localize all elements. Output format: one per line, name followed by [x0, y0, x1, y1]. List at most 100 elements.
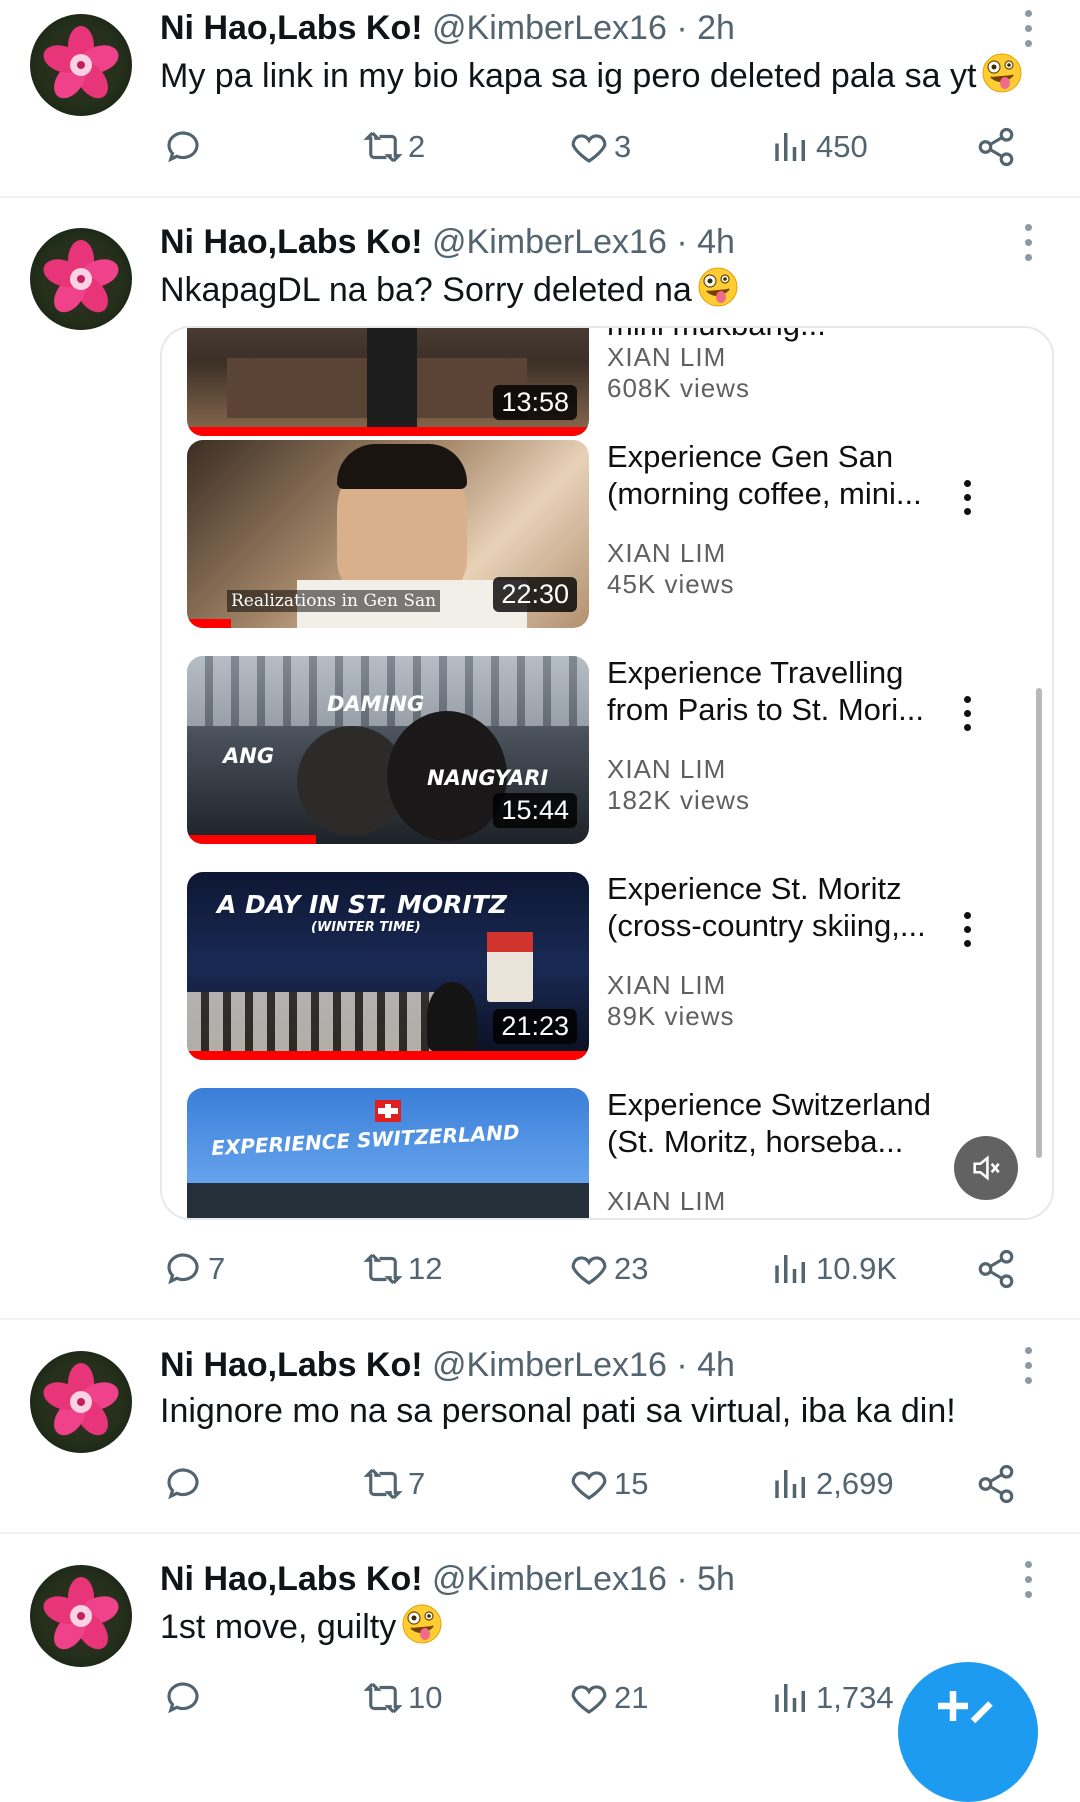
- more-options-icon[interactable]: [1018, 1345, 1038, 1385]
- like-count: 23: [614, 1251, 649, 1286]
- reply-button[interactable]: [162, 122, 208, 172]
- more-options-icon[interactable]: [1018, 8, 1038, 48]
- video-thumbnail[interactable]: Realizations in Gen San 22:30: [187, 440, 589, 628]
- video-thumbnail[interactable]: A DAY IN ST. MORITZ (WINTER TIME) 21:23: [187, 872, 589, 1060]
- tweet-text-content: NkapagDL na ba? Sorry deleted na: [160, 271, 692, 309]
- zany-face-icon: [402, 1604, 443, 1644]
- action-bar: 2 3 450: [0, 122, 1080, 172]
- video-title[interactable]: Experience Travelling from Paris to St. …: [607, 654, 937, 728]
- retweet-icon: [363, 131, 403, 163]
- thumbnail-overlay-text: DAMING: [327, 692, 425, 716]
- like-count: 3: [614, 129, 632, 164]
- reply-button[interactable]: [162, 1459, 208, 1509]
- views-button[interactable]: 10.9K: [770, 1244, 897, 1294]
- embedded-video-media[interactable]: 13:58 mini mukbang... XIAN LIM 608K view…: [160, 326, 1054, 1220]
- timestamp[interactable]: 4h: [697, 1346, 735, 1384]
- video-title[interactable]: Experience St. Moritz (cross-country ski…: [607, 870, 937, 944]
- video-channel[interactable]: XIAN LIM: [607, 970, 726, 1001]
- views-button[interactable]: 2,699: [770, 1459, 894, 1509]
- divider: [0, 1318, 1080, 1320]
- video-more-options-icon[interactable]: [962, 696, 972, 732]
- author-name[interactable]: Ni Hao,Labs Ko!: [160, 1560, 423, 1598]
- video-channel[interactable]: XIAN LIM: [607, 342, 726, 373]
- video-duration: 13:58: [493, 385, 577, 420]
- watch-progress: [187, 619, 232, 628]
- more-options-icon[interactable]: [1018, 1559, 1038, 1599]
- video-thumbnail[interactable]: DAMING ANG NANGYARI 15:44: [187, 656, 589, 844]
- heart-icon: [571, 1685, 607, 1714]
- heart-icon: [571, 134, 607, 163]
- scrollbar[interactable]: [1036, 688, 1042, 1158]
- views-button[interactable]: 1,734: [770, 1673, 894, 1723]
- view-count: 2,699: [816, 1466, 894, 1501]
- like-button[interactable]: 15: [568, 1459, 648, 1509]
- thumbnail-overlay-text: A DAY IN ST. MORITZ: [217, 890, 507, 919]
- reply-icon: [167, 1468, 199, 1500]
- author-name[interactable]: Ni Hao,Labs Ko!: [160, 223, 423, 261]
- retweet-button[interactable]: 7: [362, 1459, 425, 1509]
- author-name[interactable]: Ni Hao,Labs Ko!: [160, 1346, 423, 1384]
- zany-face-icon: [697, 267, 738, 307]
- avatar[interactable]: [30, 228, 132, 330]
- avatar[interactable]: [30, 1565, 132, 1667]
- video-thumbnail[interactable]: 13:58: [187, 328, 589, 436]
- video-title[interactable]: mini mukbang...: [607, 328, 937, 343]
- video-thumbnail[interactable]: EXPERIENCE SWITZERLAND: [187, 1088, 589, 1218]
- thumbnail-overlay-text: ANG: [223, 744, 275, 768]
- more-options-icon[interactable]: [1018, 222, 1038, 262]
- unmute-button[interactable]: [954, 1136, 1018, 1200]
- timestamp[interactable]: 5h: [697, 1560, 735, 1598]
- author-handle[interactable]: @KimberLex16: [432, 9, 667, 47]
- retweet-button[interactable]: 12: [362, 1244, 442, 1294]
- retweet-icon: [363, 1253, 403, 1285]
- like-count: 15: [614, 1466, 649, 1501]
- retweet-button[interactable]: 2: [362, 122, 425, 172]
- video-duration: 15:44: [493, 793, 577, 828]
- tweet-text: 1st move, guilty: [160, 1604, 443, 1648]
- muted-speaker-icon: [973, 1155, 1000, 1181]
- avatar[interactable]: [30, 1351, 132, 1453]
- share-button[interactable]: [975, 122, 1017, 172]
- video-more-options-icon[interactable]: [962, 912, 972, 948]
- author-name[interactable]: Ni Hao,Labs Ko!: [160, 9, 423, 47]
- retweet-count: 7: [408, 1466, 426, 1501]
- reply-icon: [167, 1682, 199, 1714]
- tweet-text: My pa link in my bio kapa sa ig pero del…: [160, 53, 1023, 97]
- watch-progress: [187, 1051, 589, 1060]
- tweet-header: Ni Hao,Labs Ko! @KimberLex16 · 2h: [160, 8, 735, 48]
- retweet-button[interactable]: 10: [362, 1673, 442, 1723]
- view-count: 450: [816, 129, 868, 164]
- share-button[interactable]: [975, 1459, 1017, 1509]
- avatar[interactable]: [30, 14, 132, 116]
- video-title[interactable]: Experience Switzerland (St. Moritz, hors…: [607, 1086, 937, 1160]
- share-icon: [978, 1464, 1014, 1504]
- compose-button[interactable]: [898, 1662, 1038, 1802]
- zany-face-icon: [982, 53, 1023, 93]
- timestamp[interactable]: 4h: [697, 223, 735, 261]
- like-button[interactable]: 23: [568, 1244, 648, 1294]
- tweet-text: Inignore mo na sa personal pati sa virtu…: [160, 1390, 956, 1432]
- share-button[interactable]: [975, 1244, 1017, 1294]
- reply-button[interactable]: [162, 1673, 208, 1723]
- author-handle[interactable]: @KimberLex16: [432, 1560, 667, 1598]
- reply-button[interactable]: 7: [162, 1244, 225, 1294]
- reply-icon: [167, 1253, 199, 1285]
- like-count: 21: [614, 1680, 649, 1715]
- like-button[interactable]: 21: [568, 1673, 648, 1723]
- like-button[interactable]: 3: [568, 122, 631, 172]
- video-channel[interactable]: XIAN LIM: [607, 754, 726, 785]
- views-icon: [775, 133, 805, 161]
- video-more-options-icon[interactable]: [962, 480, 972, 516]
- author-handle[interactable]: @KimberLex16: [432, 1346, 667, 1384]
- timestamp[interactable]: 2h: [697, 9, 735, 47]
- video-title[interactable]: Experience Gen San (morning coffee, mini…: [607, 438, 937, 512]
- video-channel[interactable]: XIAN LIM: [607, 1186, 726, 1217]
- video-channel[interactable]: XIAN LIM: [607, 538, 726, 569]
- views-icon: [775, 1684, 805, 1712]
- view-count: 10.9K: [816, 1251, 898, 1286]
- views-button[interactable]: 450: [770, 122, 868, 172]
- share-icon: [978, 1249, 1014, 1289]
- author-handle[interactable]: @KimberLex16: [432, 223, 667, 261]
- tweet-text-content: 1st move, guilty: [160, 1608, 397, 1646]
- thumbnail-overlay-text: NANGYARI: [427, 766, 549, 790]
